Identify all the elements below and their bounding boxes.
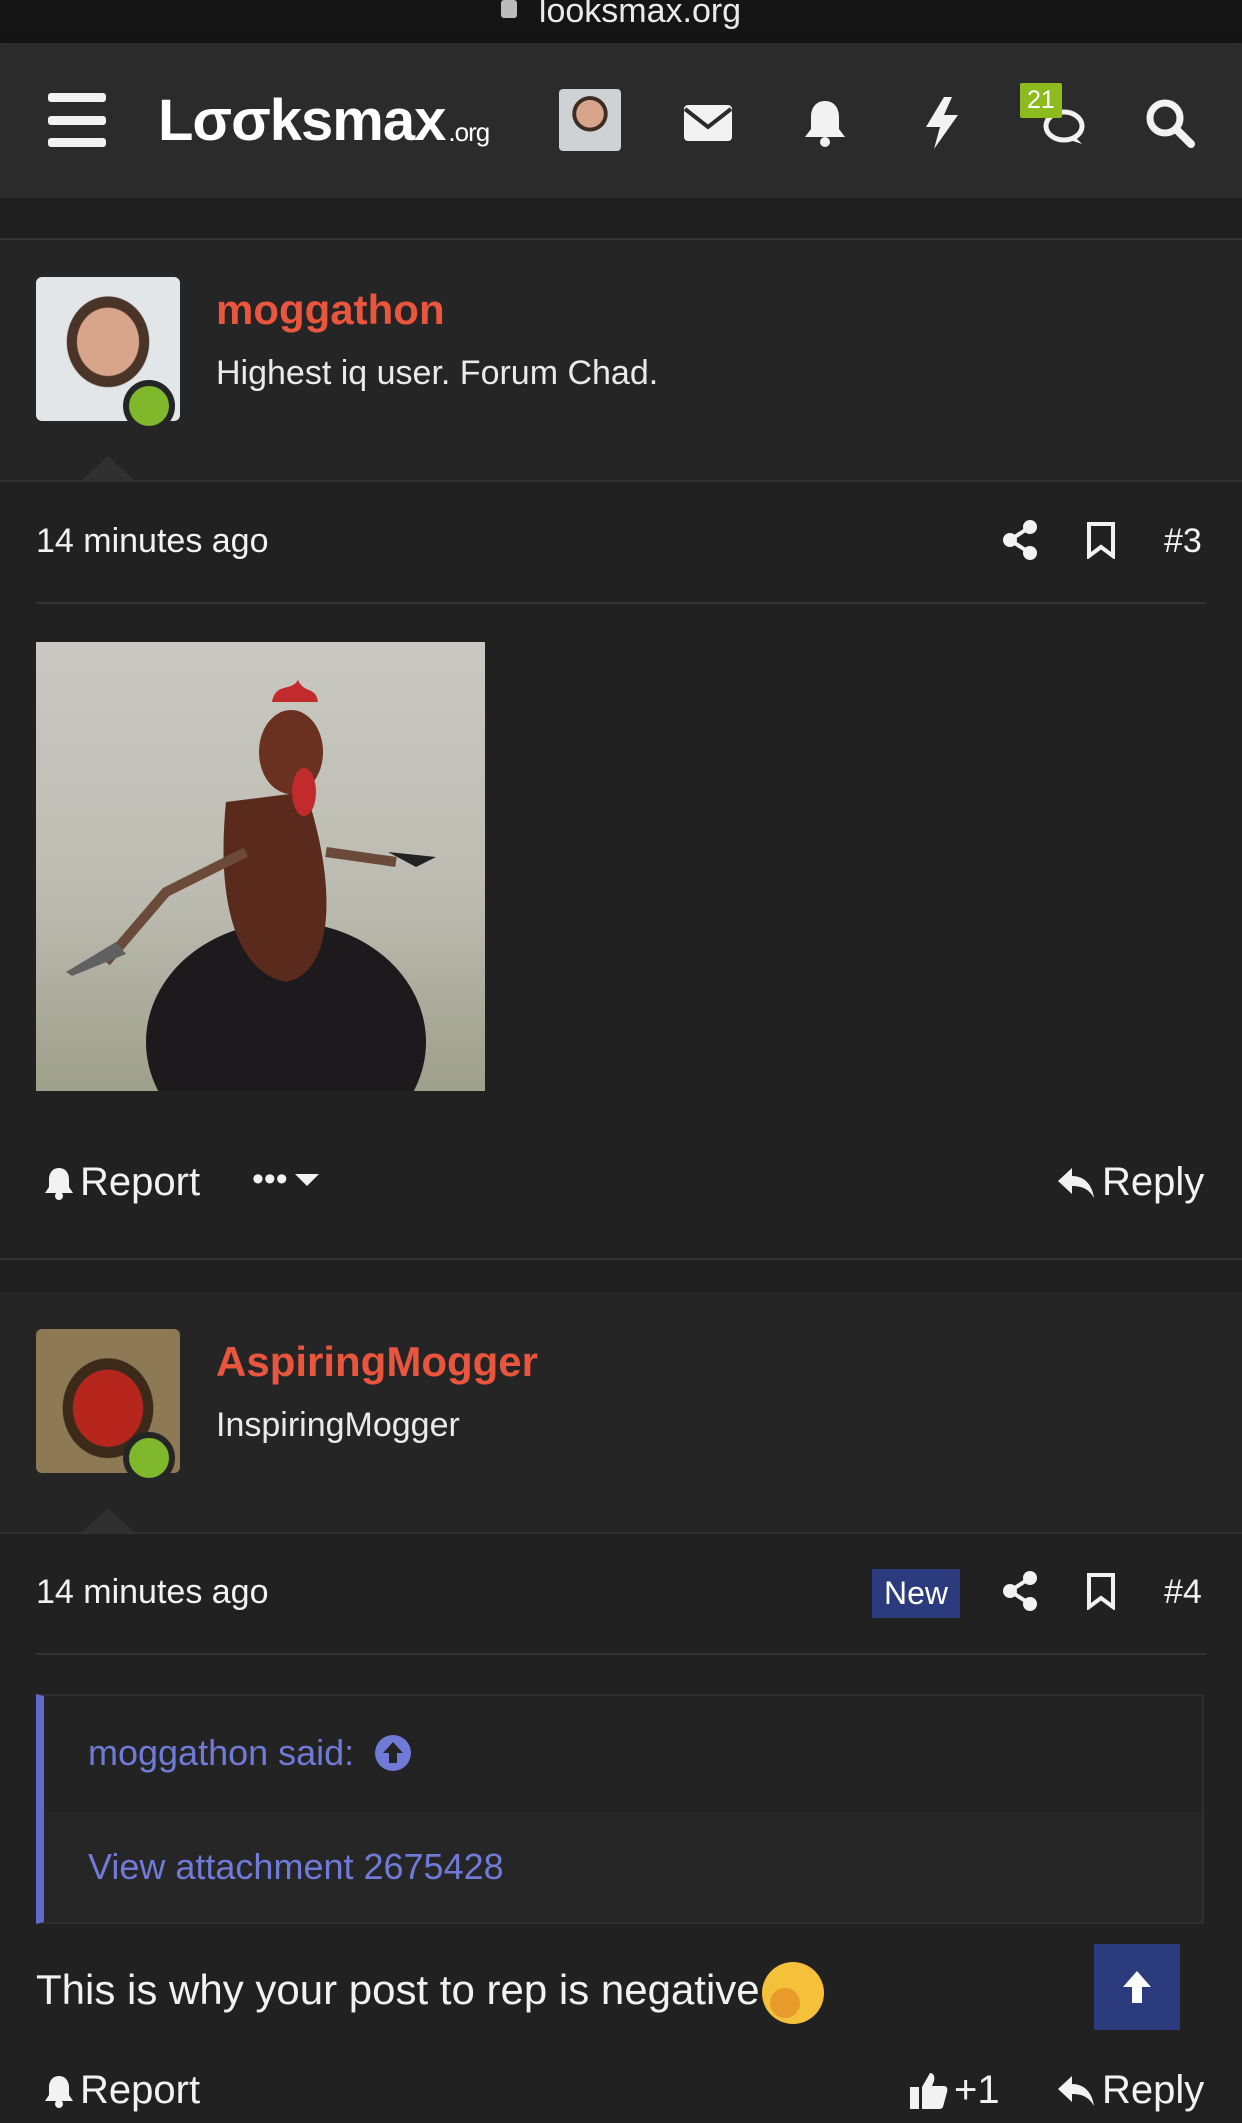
post-time[interactable]: 14 minutes ago bbox=[36, 1573, 269, 1612]
lightning-icon[interactable] bbox=[914, 95, 970, 151]
bookmark-icon[interactable] bbox=[1084, 518, 1118, 562]
post-number[interactable]: #3 bbox=[1164, 522, 1202, 561]
online-indicator bbox=[123, 380, 175, 432]
site-header: Lσσksmax .org 21 bbox=[0, 43, 1242, 198]
mail-icon[interactable] bbox=[680, 95, 736, 151]
post-separator bbox=[0, 198, 1242, 240]
reply-button[interactable]: Reply bbox=[1056, 2068, 1204, 2113]
thumbs-up-icon bbox=[910, 2072, 948, 2109]
post-time[interactable]: 14 minutes ago bbox=[36, 522, 269, 561]
divider bbox=[36, 602, 1206, 604]
logo-main: Lσσksmax bbox=[158, 87, 446, 153]
reply-label: Reply bbox=[1102, 2068, 1205, 2112]
lock-icon bbox=[500, 0, 517, 18]
bookmark-icon[interactable] bbox=[1084, 1569, 1118, 1613]
quote-attachment-link[interactable]: View attachment 2675428 bbox=[88, 1846, 504, 1888]
attached-image[interactable] bbox=[36, 642, 485, 1091]
like-count: +1 bbox=[954, 2068, 1000, 2112]
reply-icon bbox=[1058, 2075, 1094, 2106]
post-separator bbox=[0, 1258, 1242, 1296]
share-icon[interactable] bbox=[1000, 1569, 1040, 1613]
divider bbox=[36, 1653, 1206, 1655]
reply-label: Reply bbox=[1102, 1160, 1205, 1204]
username[interactable]: moggathon bbox=[216, 286, 445, 334]
quote-author-link[interactable]: moggathon said: bbox=[88, 1732, 412, 1774]
notification-count-badge[interactable]: 21 bbox=[1020, 83, 1062, 118]
post-user-header: AspiringMogger InspiringMogger bbox=[0, 1292, 1242, 1534]
more-label: ••• bbox=[252, 1160, 288, 1198]
browser-url: looksmax.org bbox=[538, 0, 742, 30]
yawning-face-emoji bbox=[761, 1962, 824, 2024]
like-button[interactable]: +1 bbox=[908, 2068, 1000, 2113]
site-logo[interactable]: Lσσksmax .org bbox=[158, 85, 490, 155]
arrow-up-icon bbox=[1123, 1971, 1151, 2003]
post-text: This is why your post to rep is negative bbox=[36, 1962, 824, 2024]
bell-icon bbox=[45, 2075, 73, 2108]
search-icon[interactable] bbox=[1142, 95, 1198, 151]
username[interactable]: AspiringMogger bbox=[216, 1338, 538, 1386]
share-icon[interactable] bbox=[1000, 518, 1040, 562]
bell-icon[interactable] bbox=[797, 95, 853, 151]
post-user-header: moggathon Highest iq user. Forum Chad. bbox=[0, 240, 1242, 482]
scroll-to-top-button[interactable] bbox=[1094, 1944, 1180, 2030]
post-number[interactable]: #4 bbox=[1164, 1573, 1202, 1612]
report-button[interactable]: Report bbox=[44, 1160, 200, 1205]
account-avatar[interactable] bbox=[559, 89, 621, 151]
online-indicator bbox=[123, 1432, 175, 1484]
report-button[interactable]: Report bbox=[44, 2068, 200, 2113]
browser-url-bar[interactable]: looksmax.org bbox=[0, 0, 1242, 43]
bell-icon bbox=[45, 1167, 73, 1200]
quote-block: moggathon said: View attachment 2675428 bbox=[36, 1694, 1204, 1924]
user-caret bbox=[82, 1508, 134, 1532]
quote-author: moggathon said: bbox=[88, 1732, 355, 1773]
reply-button[interactable]: Reply bbox=[1056, 1160, 1204, 1205]
menu-icon[interactable] bbox=[46, 93, 108, 147]
user-title: InspiringMogger bbox=[216, 1406, 460, 1444]
report-label: Report bbox=[80, 1160, 201, 1204]
reply-icon bbox=[1058, 1167, 1094, 1198]
post-text-content: This is why your post to rep is negative bbox=[36, 1966, 760, 2014]
more-options-button[interactable]: ••• bbox=[252, 1160, 320, 1199]
user-caret bbox=[82, 456, 134, 480]
user-title: Highest iq user. Forum Chad. bbox=[216, 354, 659, 392]
arrow-up-circle-icon bbox=[375, 1735, 412, 1771]
chevron-down-icon bbox=[294, 1173, 319, 1186]
report-label: Report bbox=[80, 2068, 201, 2112]
new-badge: New bbox=[872, 1569, 961, 1618]
logo-suffix: .org bbox=[448, 116, 490, 147]
